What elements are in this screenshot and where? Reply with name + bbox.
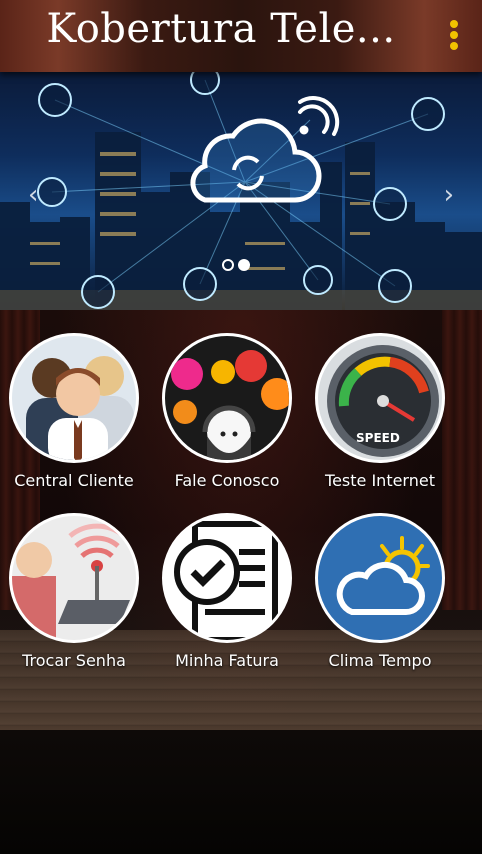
app-title: Kobertura Tele...	[46, 6, 396, 52]
menu-tile-minha-fatura[interactable]: Minha Fatura	[159, 513, 295, 670]
overflow-menu-icon[interactable]	[448, 20, 460, 54]
menu-tile-fale-conosco[interactable]: Fale Conosco	[159, 333, 295, 490]
chevron-right-icon[interactable]: ›	[444, 180, 454, 210]
carousel-dot-2[interactable]	[238, 259, 250, 271]
invoice-icon	[162, 513, 292, 643]
gauge-text: SPEED	[356, 431, 400, 445]
customers-icon	[9, 333, 139, 463]
menu-tile-central-cliente[interactable]: Central Cliente	[6, 333, 142, 490]
chevron-left-icon[interactable]: ‹	[28, 180, 38, 210]
menu-label: Trocar Senha	[22, 651, 126, 670]
router-icon	[9, 513, 139, 643]
weather-icon	[315, 513, 445, 643]
speedometer-icon: SPEED	[315, 333, 445, 463]
app-bar: Kobertura Tele...	[0, 0, 482, 72]
menu-tile-trocar-senha[interactable]: Trocar Senha	[6, 513, 142, 670]
menu-tile-clima-tempo[interactable]: Clima Tempo	[312, 513, 448, 670]
menu-label: Minha Fatura	[175, 651, 279, 670]
carousel-indicator	[222, 256, 254, 275]
menu-label: Clima Tempo	[328, 651, 432, 670]
menu-label: Teste Internet	[325, 471, 435, 490]
support-agent-icon	[162, 333, 292, 463]
menu-label: Fale Conosco	[174, 471, 280, 490]
carousel-dot-1[interactable]	[222, 259, 234, 271]
banner-carousel[interactable]: ‹ ›	[0, 72, 482, 310]
menu-label: Central Cliente	[14, 471, 134, 490]
menu-tile-teste-internet[interactable]: SPEED Teste Internet	[312, 333, 448, 490]
